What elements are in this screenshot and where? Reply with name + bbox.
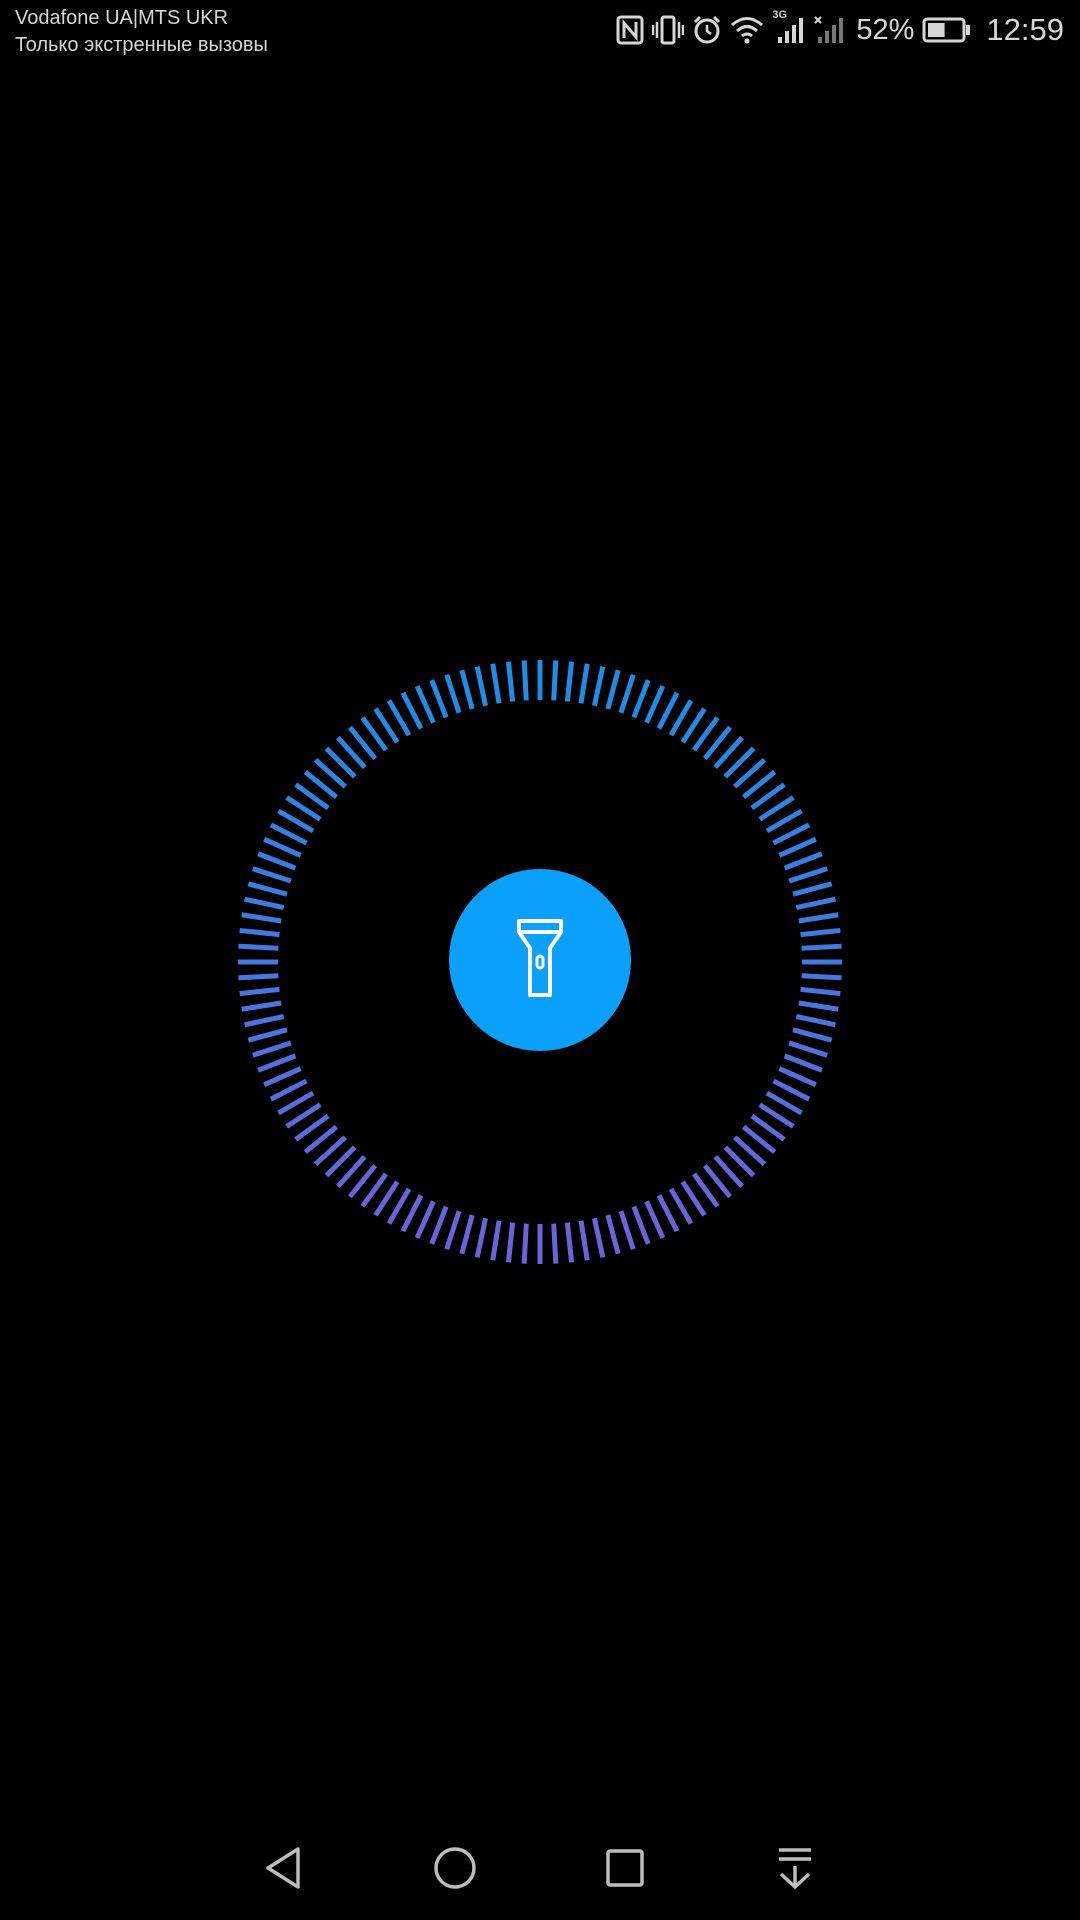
dial-tick xyxy=(783,1053,823,1073)
dial-tick xyxy=(241,1000,282,1012)
dial-tick xyxy=(269,822,308,846)
battery-percent: 52% xyxy=(856,13,915,46)
network-type-label: 3G xyxy=(772,9,788,21)
battery-icon xyxy=(922,16,972,44)
dial-tick xyxy=(788,866,828,884)
dial-tick xyxy=(444,674,462,714)
recents-icon xyxy=(605,1848,645,1893)
dial-tick xyxy=(252,866,292,884)
dial-tick xyxy=(521,660,529,701)
flashlight-toggle-button[interactable] xyxy=(449,869,631,1051)
dial-tick xyxy=(801,973,842,981)
status-icons: 3G 52% 12:59 xyxy=(616,9,1064,50)
dial-tick xyxy=(592,666,606,707)
dial-tick xyxy=(490,663,502,704)
carrier-status: Только экстренные вызовы xyxy=(15,34,268,56)
dial-tick xyxy=(474,1217,488,1258)
dial-tick xyxy=(618,1210,636,1250)
dial-tick xyxy=(801,943,842,951)
notifications-pulldown-icon xyxy=(775,1846,815,1895)
alarm-icon xyxy=(692,15,722,45)
flashlight-icon xyxy=(516,918,564,1003)
dial-tick xyxy=(551,1223,559,1264)
dial-tick xyxy=(644,1200,666,1239)
signal-no-sim-icon xyxy=(814,15,846,45)
dial-tick xyxy=(783,851,823,871)
dial-tick xyxy=(792,1027,833,1043)
dial-tick xyxy=(795,1014,836,1028)
dial-tick xyxy=(656,691,680,730)
dial-tick xyxy=(798,1000,839,1012)
dial-tick xyxy=(429,679,449,719)
dial-tick xyxy=(247,1027,288,1043)
dial-tick xyxy=(792,881,833,897)
back-icon xyxy=(264,1846,304,1895)
dial-tick xyxy=(505,661,516,702)
dial-tick xyxy=(551,660,559,701)
back-button[interactable] xyxy=(254,1840,314,1900)
dial-tick xyxy=(521,1223,529,1264)
dial-tick xyxy=(800,927,841,938)
carrier-name: Vodafone UA|MTS UKR xyxy=(15,7,229,29)
flashlight-screen: Vodafone UA|MTS UKR Только экстренные вы… xyxy=(0,0,1080,1920)
dial-tick xyxy=(444,1210,462,1250)
dial-tick xyxy=(459,1214,475,1255)
home-button[interactable] xyxy=(425,1840,485,1900)
dial-tick xyxy=(800,986,841,997)
dial-tick xyxy=(578,1220,590,1261)
dial-tick xyxy=(414,685,436,724)
dial-tick xyxy=(247,881,288,897)
notifications-pulldown-button[interactable] xyxy=(765,1840,825,1900)
dial-tick xyxy=(244,896,285,910)
dial-tick xyxy=(429,1205,449,1245)
dial-tick xyxy=(795,896,836,910)
dial-tick xyxy=(269,1078,308,1102)
dial-tick xyxy=(772,822,811,846)
dial-tick xyxy=(778,1066,817,1088)
dial-tick xyxy=(239,927,280,938)
vibrate-icon xyxy=(652,15,685,45)
dial-tick xyxy=(592,1217,606,1258)
dial-tick xyxy=(564,1222,575,1263)
dial-tick xyxy=(778,836,817,858)
dial-tick xyxy=(257,1053,297,1073)
home-icon xyxy=(433,1846,477,1895)
recents-button[interactable] xyxy=(595,1840,655,1900)
signal-3g-icon: 3G xyxy=(772,9,806,45)
dial-tick xyxy=(414,1200,436,1239)
clock: 12:59 xyxy=(986,12,1064,47)
dial-tick xyxy=(490,1220,502,1261)
dial-tick xyxy=(241,912,282,924)
dial-tick xyxy=(631,1205,651,1245)
dial-tick xyxy=(605,669,621,710)
dial-tick xyxy=(252,1040,292,1058)
navigation-bar xyxy=(0,1820,1080,1920)
dial-tick xyxy=(239,986,280,997)
dial-tick xyxy=(474,666,488,707)
dial-tick xyxy=(400,1194,424,1233)
dial-tick xyxy=(564,661,575,702)
status-bar: Vodafone UA|MTS UKR Только экстренные вы… xyxy=(0,0,1080,64)
dial-tick xyxy=(459,669,475,710)
wifi-icon xyxy=(730,15,764,45)
dial-tick xyxy=(257,851,297,871)
dial-tick xyxy=(772,1078,811,1102)
dial-tick xyxy=(605,1214,621,1255)
dial-tick xyxy=(505,1222,516,1263)
dial-tick xyxy=(618,674,636,714)
dial-tick xyxy=(400,691,424,730)
dial-tick xyxy=(263,1066,302,1088)
dial-tick xyxy=(631,679,651,719)
dial-tick xyxy=(656,1194,680,1233)
dial-tick xyxy=(238,973,279,981)
dial-tick xyxy=(263,836,302,858)
dial-tick xyxy=(644,685,666,724)
dial-tick xyxy=(798,912,839,924)
dial-tick xyxy=(788,1040,828,1058)
dial-tick xyxy=(244,1014,285,1028)
nfc-icon xyxy=(616,15,644,45)
dial-tick xyxy=(238,943,279,951)
dial-tick xyxy=(578,663,590,704)
